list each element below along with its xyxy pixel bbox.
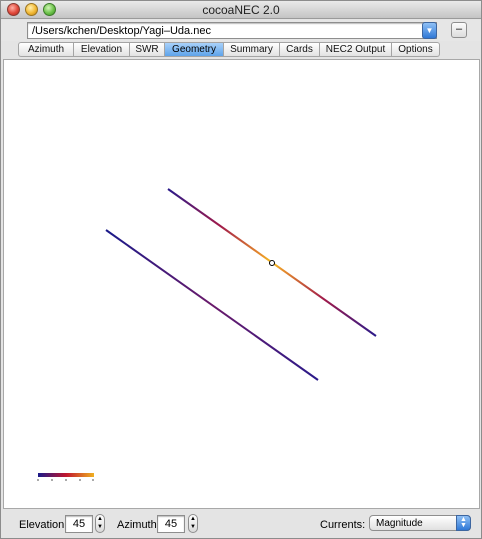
file-toolbar: /Users/kchen/Desktop/Yagi–Uda.nec ▼ – (1, 20, 481, 41)
azimuth-field[interactable]: 45 (157, 515, 185, 533)
current-color-legend (37, 473, 94, 481)
elevation-field[interactable]: 45 (65, 515, 93, 533)
window-title: cocoaNEC 2.0 (202, 3, 280, 17)
tab-bar: Azimuth Elevation SWR Geometry Summary C… (18, 42, 440, 57)
feed-point-marker (269, 260, 275, 266)
currents-popup-value: Magnitude (376, 518, 423, 529)
file-path-text: /Users/kchen/Desktop/Yagi–Uda.nec (32, 25, 211, 37)
view-controls-bar: Elevation 45 ▲ ▼ Azimuth 45 ▲ ▼ Currents: … (1, 511, 481, 538)
tab-summary[interactable]: Summary (224, 42, 280, 57)
tab-geometry[interactable]: Geometry (165, 42, 224, 57)
tab-options[interactable]: Options (392, 42, 440, 57)
tab-azimuth[interactable]: Azimuth (18, 42, 74, 57)
currents-label: Currents: (320, 519, 366, 531)
app-window: cocoaNEC 2.0 /Users/kchen/Desktop/Yagi–U… (0, 0, 482, 539)
geometry-plot (37, 188, 377, 481)
reflector-element (105, 229, 319, 381)
azimuth-label: Azimuth (117, 519, 157, 531)
geometry-canvas[interactable] (3, 59, 480, 509)
file-path-combo[interactable]: /Users/kchen/Desktop/Yagi–Uda.nec ▼ (27, 22, 437, 39)
elevation-stepper[interactable]: ▲ ▼ (95, 514, 105, 533)
remove-button[interactable]: – (451, 22, 467, 38)
tab-nec2-output[interactable]: NEC2 Output (320, 42, 392, 57)
tab-swr[interactable]: SWR (130, 42, 165, 57)
title-bar[interactable]: cocoaNEC 2.0 (1, 1, 481, 19)
chevron-down-icon[interactable]: ▼ (422, 22, 437, 39)
currents-popup[interactable]: Magnitude ▲ ▼ (369, 515, 471, 531)
tab-elevation[interactable]: Elevation (74, 42, 130, 57)
tab-cards[interactable]: Cards (280, 42, 320, 57)
azimuth-stepper[interactable]: ▲ ▼ (188, 514, 198, 533)
elevation-label: Elevation (19, 519, 65, 531)
up-down-arrows-icon: ▲ ▼ (456, 515, 471, 531)
